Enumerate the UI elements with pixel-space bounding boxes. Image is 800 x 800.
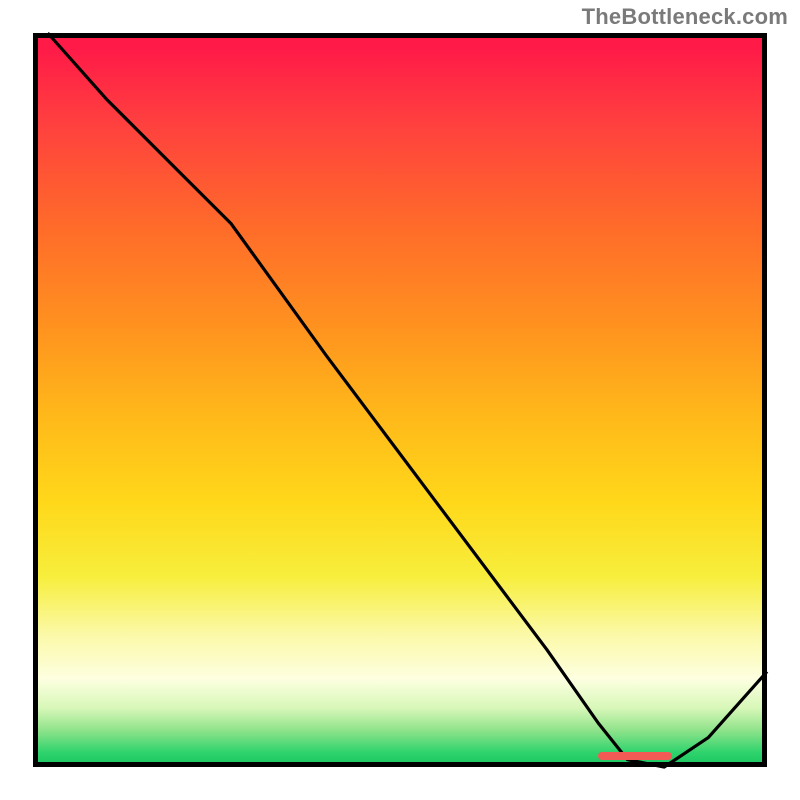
chart-svg bbox=[33, 33, 767, 767]
optimal-marker bbox=[598, 752, 671, 760]
watermark-text: TheBottleneck.com bbox=[582, 4, 788, 30]
plot-area bbox=[33, 33, 767, 767]
curve-path bbox=[48, 33, 767, 767]
